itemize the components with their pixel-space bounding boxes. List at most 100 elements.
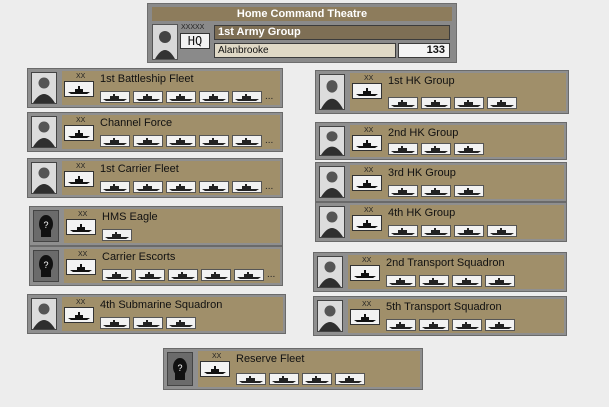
unit-card[interactable]: XX 1st Battleship Fleet... <box>27 68 283 108</box>
unit-name[interactable]: 1st Carrier Fleet <box>100 163 179 175</box>
portrait-icon <box>320 167 344 197</box>
unit-card[interactable]: XX 4th Submarine Squadron <box>27 294 286 334</box>
unit-name[interactable]: 1st HK Group <box>388 75 455 87</box>
unit-name[interactable]: 2nd HK Group <box>388 127 458 139</box>
more-ships-indicator: ... <box>265 91 274 102</box>
ship-icon[interactable] <box>452 275 482 287</box>
unit-card[interactable]: XX 1st HK Group <box>315 70 569 114</box>
ship-icon[interactable] <box>419 319 449 331</box>
unit-card[interactable]: XX Channel Force... <box>27 112 283 152</box>
unit-card[interactable]: XX 2nd HK Group <box>315 122 567 160</box>
commander-portrait[interactable] <box>319 126 345 156</box>
ship-icon[interactable] <box>302 373 332 385</box>
ship-icon[interactable] <box>421 225 451 237</box>
unit-name[interactable]: 4th Submarine Squadron <box>100 299 222 311</box>
ship-icon[interactable] <box>421 97 451 109</box>
ship-icon[interactable] <box>133 181 163 193</box>
unit-card[interactable]: XX 4th HK Group <box>315 202 567 242</box>
ship-icon[interactable] <box>232 181 262 193</box>
ship-icon[interactable] <box>269 373 299 385</box>
unit-name[interactable]: 3rd HK Group <box>388 167 456 179</box>
ship-icon[interactable] <box>421 185 451 197</box>
unit-card[interactable]: ? XX Carrier Escorts... <box>29 246 283 286</box>
ship-icon[interactable] <box>485 319 515 331</box>
unit-card[interactable]: ? XX HMS Eagle <box>29 206 283 246</box>
unit-name[interactable]: HMS Eagle <box>102 211 158 223</box>
ship-icon[interactable] <box>133 317 163 329</box>
unit-card[interactable]: ? XX Reserve Fleet <box>163 348 423 390</box>
unit-card[interactable]: XX 5th Transport Squadron <box>313 296 567 336</box>
ship-icon[interactable] <box>232 135 262 147</box>
commander-portrait[interactable] <box>317 300 343 332</box>
unit-name[interactable]: 2nd Transport Squadron <box>386 257 505 269</box>
unit-name[interactable]: Channel Force <box>100 117 172 129</box>
ship-icon[interactable] <box>199 181 229 193</box>
ship-icon[interactable] <box>386 319 416 331</box>
hq-name[interactable]: 1st Army Group <box>214 25 450 40</box>
ship-icon[interactable] <box>102 269 132 281</box>
ship-icon[interactable] <box>454 143 484 155</box>
ship-icon[interactable] <box>388 185 418 197</box>
unit-name[interactable]: Reserve Fleet <box>236 353 304 365</box>
unknown-commander-portrait[interactable]: ? <box>33 250 59 282</box>
ship-icon[interactable] <box>135 269 165 281</box>
ship-icon[interactable] <box>386 275 416 287</box>
ship-icon[interactable] <box>100 135 130 147</box>
naval-unit-symbol <box>350 309 380 325</box>
ship-icon[interactable] <box>454 97 484 109</box>
ship-icon[interactable] <box>485 275 515 287</box>
naval-unit-symbol <box>352 135 382 151</box>
ship-icon[interactable] <box>236 373 266 385</box>
ship-icon[interactable] <box>100 317 130 329</box>
ship-icon[interactable] <box>454 225 484 237</box>
unknown-commander-portrait[interactable]: ? <box>167 352 193 386</box>
unit-card[interactable]: XX 3rd HK Group <box>315 162 567 202</box>
question-mark-icon: ? <box>173 358 187 380</box>
ship-icon[interactable] <box>199 91 229 103</box>
unit-size-marker: XX <box>364 127 374 134</box>
commander-portrait[interactable] <box>31 298 57 330</box>
commander-portrait[interactable] <box>319 206 345 238</box>
hq-panel[interactable]: Home Command Theatre XXXXX HQ 1st Army G… <box>147 3 457 63</box>
ship-icon[interactable] <box>133 91 163 103</box>
ship-icon[interactable] <box>201 269 231 281</box>
ship-icon[interactable] <box>166 181 196 193</box>
ship-icon[interactable] <box>232 91 262 103</box>
ship-icon[interactable] <box>487 225 517 237</box>
commander-portrait[interactable] <box>31 72 57 104</box>
unit-name[interactable]: 4th HK Group <box>388 207 455 219</box>
portrait-icon <box>32 163 56 193</box>
ship-icon[interactable] <box>388 225 418 237</box>
ship-icon[interactable] <box>100 181 130 193</box>
unknown-commander-portrait[interactable]: ? <box>33 210 59 242</box>
ship-icon[interactable] <box>100 91 130 103</box>
ship-icon[interactable] <box>166 135 196 147</box>
commander-portrait[interactable] <box>31 116 57 148</box>
unit-name[interactable]: Carrier Escorts <box>102 251 175 263</box>
commander-portrait[interactable] <box>319 74 345 110</box>
ship-icon[interactable] <box>102 229 132 241</box>
unit-card[interactable]: XX 2nd Transport Squadron <box>313 252 567 292</box>
ship-icon[interactable] <box>335 373 365 385</box>
ship-icon[interactable] <box>388 97 418 109</box>
unit-card[interactable]: XX 1st Carrier Fleet... <box>27 158 283 198</box>
ship-icon[interactable] <box>454 185 484 197</box>
ship-icon[interactable] <box>234 269 264 281</box>
unit-name[interactable]: 1st Battleship Fleet <box>100 73 194 85</box>
hq-commander-portrait[interactable] <box>152 24 178 60</box>
commander-portrait[interactable] <box>31 162 57 194</box>
commander-portrait[interactable] <box>317 256 343 288</box>
ship-icon[interactable] <box>166 317 196 329</box>
ship-icon[interactable] <box>133 135 163 147</box>
ship-icon[interactable] <box>421 143 451 155</box>
ship-icon[interactable] <box>452 319 482 331</box>
ship-icon[interactable] <box>487 97 517 109</box>
ship-icon[interactable] <box>419 275 449 287</box>
unit-size-marker: XX <box>364 75 374 82</box>
ship-icon[interactable] <box>168 269 198 281</box>
ship-icon[interactable] <box>388 143 418 155</box>
unit-name[interactable]: 5th Transport Squadron <box>386 301 502 313</box>
ship-icon[interactable] <box>166 91 196 103</box>
ship-icon[interactable] <box>199 135 229 147</box>
commander-portrait[interactable] <box>319 166 345 198</box>
